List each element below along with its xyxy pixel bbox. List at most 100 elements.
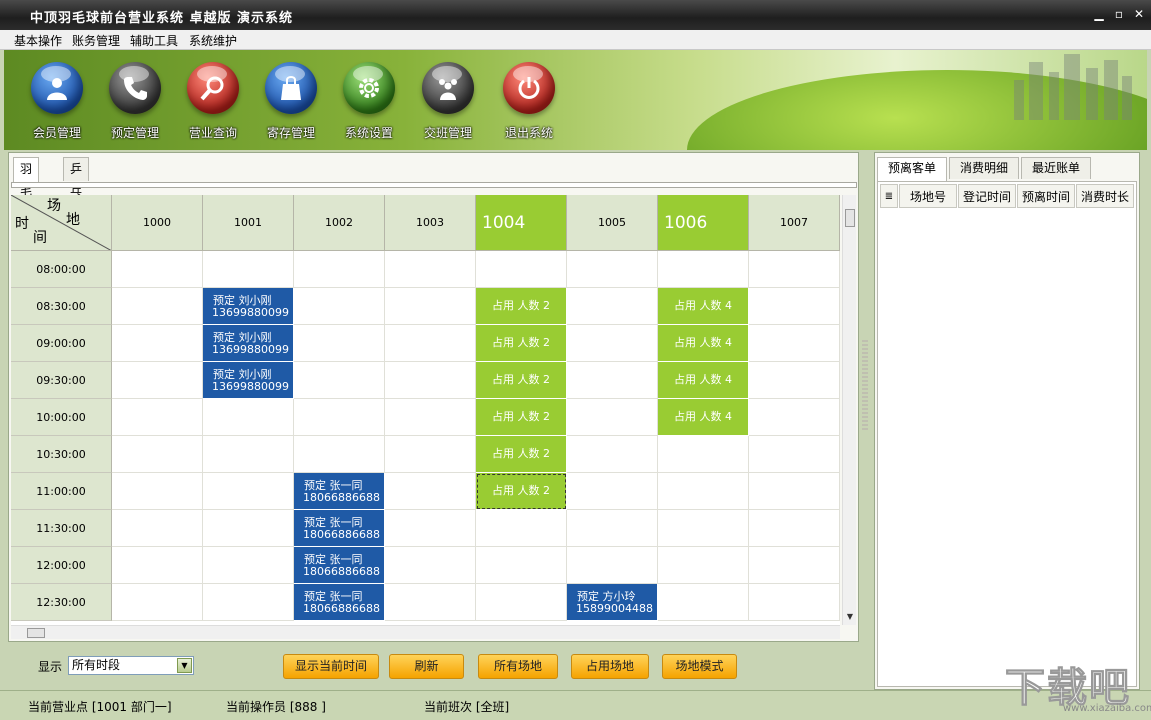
occupied-slot[interactable]: 占用 人数 2 <box>476 288 567 325</box>
occupied-slot[interactable]: 占用 人数 4 <box>658 399 749 436</box>
court-slot[interactable] <box>567 436 658 473</box>
court-slot[interactable] <box>476 251 567 288</box>
court-header[interactable]: 1006 <box>658 195 749 251</box>
menu-tools[interactable]: 辅助工具 <box>130 32 178 49</box>
court-slot[interactable] <box>749 362 840 399</box>
court-slot[interactable] <box>294 362 385 399</box>
court-slot[interactable] <box>476 547 567 584</box>
reserved-slot[interactable]: 预定 张一同 18066886688 <box>294 584 385 621</box>
court-slot[interactable] <box>749 510 840 547</box>
court-slot[interactable] <box>567 325 658 362</box>
column-header[interactable]: 消费时长 <box>1076 184 1134 208</box>
court-slot[interactable] <box>567 547 658 584</box>
court-header[interactable]: 1001 <box>203 195 294 251</box>
occupied-slot[interactable]: 占用 人数 2 <box>476 399 567 436</box>
panel-splitter[interactable] <box>862 340 868 430</box>
court-slot[interactable] <box>567 399 658 436</box>
minimize-icon[interactable]: ▁ <box>1090 6 1108 22</box>
court-slot[interactable] <box>567 288 658 325</box>
court-slot[interactable] <box>385 584 476 621</box>
court-slot[interactable] <box>203 510 294 547</box>
toolbar-button-storage[interactable]: 寄存管理 <box>256 62 326 144</box>
column-header[interactable]: 登记时间 <box>958 184 1016 208</box>
court-header[interactable]: 1004 <box>476 195 567 251</box>
scroll-thumb[interactable] <box>845 209 855 227</box>
court-header[interactable]: 1005 <box>567 195 658 251</box>
court-slot[interactable] <box>658 584 749 621</box>
refresh-button[interactable]: 刷新 <box>389 654 464 679</box>
court-slot[interactable] <box>112 510 203 547</box>
court-slot[interactable] <box>112 547 203 584</box>
court-slot[interactable] <box>112 325 203 362</box>
close-icon[interactable]: ✕ <box>1130 6 1148 22</box>
chevron-down-icon[interactable]: ▼ <box>177 658 192 673</box>
column-header[interactable]: 预离时间 <box>1017 184 1075 208</box>
court-slot[interactable] <box>476 584 567 621</box>
court-slot[interactable] <box>112 584 203 621</box>
occupied-slot[interactable]: 占用 人数 2 <box>476 436 567 473</box>
court-slot[interactable] <box>385 325 476 362</box>
court-slot[interactable] <box>385 436 476 473</box>
court-slot[interactable] <box>658 547 749 584</box>
court-slot[interactable] <box>749 251 840 288</box>
reserved-slot[interactable]: 预定 张一同 18066886688 <box>294 473 385 510</box>
court-slot[interactable] <box>385 547 476 584</box>
court-slot[interactable] <box>658 251 749 288</box>
court-slot[interactable] <box>658 473 749 510</box>
scroll-down-icon[interactable]: ▼ <box>843 611 857 623</box>
court-slot[interactable] <box>385 288 476 325</box>
menu-accounts[interactable]: 账务管理 <box>72 32 120 49</box>
court-slot[interactable] <box>567 510 658 547</box>
court-slot[interactable] <box>203 473 294 510</box>
occupied-slot[interactable]: 占用 人数 2 <box>476 473 567 510</box>
grid-vertical-scrollbar[interactable]: ▼ <box>842 195 856 625</box>
toolbar-button-shift[interactable]: 交班管理 <box>413 62 483 144</box>
court-slot[interactable] <box>658 510 749 547</box>
court-slot[interactable] <box>294 436 385 473</box>
court-slot[interactable] <box>112 436 203 473</box>
court-slot[interactable] <box>749 325 840 362</box>
occupied-slot[interactable]: 占用 人数 4 <box>658 362 749 399</box>
court-slot[interactable] <box>749 436 840 473</box>
menu-maintenance[interactable]: 系统维护 <box>189 32 237 49</box>
maximize-icon[interactable]: ▫ <box>1110 6 1128 22</box>
court-slot[interactable] <box>294 399 385 436</box>
toolbar-button-settings[interactable]: 系统设置 <box>334 62 404 144</box>
scroll-thumb[interactable] <box>27 628 45 638</box>
court-slot[interactable] <box>385 362 476 399</box>
court-slot[interactable] <box>112 251 203 288</box>
court-slot[interactable] <box>749 288 840 325</box>
court-slot[interactable] <box>203 547 294 584</box>
tab-consumption-detail[interactable]: 消费明细 <box>949 157 1019 179</box>
court-slot[interactable] <box>294 251 385 288</box>
court-slot[interactable] <box>658 436 749 473</box>
court-slot[interactable] <box>385 251 476 288</box>
court-slot[interactable] <box>749 584 840 621</box>
all-courts-button[interactable]: 所有场地 <box>478 654 558 679</box>
court-slot[interactable] <box>567 251 658 288</box>
occupied-courts-button[interactable]: 占用场地 <box>571 654 649 679</box>
court-slot[interactable] <box>567 473 658 510</box>
court-header[interactable]: 1002 <box>294 195 385 251</box>
court-slot[interactable] <box>112 473 203 510</box>
period-select[interactable]: 所有时段 ▼ <box>68 656 194 675</box>
list-menu-icon[interactable]: ≣ <box>880 184 898 208</box>
reserved-slot[interactable]: 预定 张一同 18066886688 <box>294 510 385 547</box>
reserved-slot[interactable]: 预定 方小玲 15899004488 <box>567 584 658 621</box>
court-slot[interactable] <box>749 547 840 584</box>
court-mode-button[interactable]: 场地模式 <box>662 654 737 679</box>
court-header[interactable]: 1007 <box>749 195 840 251</box>
toolbar-button-reservation[interactable]: 预定管理 <box>100 62 170 144</box>
toolbar-button-exit[interactable]: 退出系统 <box>494 62 564 144</box>
court-slot[interactable] <box>203 251 294 288</box>
toolbar-button-query[interactable]: 营业查询 <box>178 62 248 144</box>
court-header[interactable]: 1000 <box>112 195 203 251</box>
column-header[interactable]: 场地号 <box>899 184 957 208</box>
court-slot[interactable] <box>203 399 294 436</box>
show-current-time-button[interactable]: 显示当前时间 <box>283 654 379 679</box>
court-slot[interactable] <box>567 362 658 399</box>
court-slot[interactable] <box>112 288 203 325</box>
reserved-slot[interactable]: 预定 张一同 18066886688 <box>294 547 385 584</box>
occupied-slot[interactable]: 占用 人数 2 <box>476 325 567 362</box>
tab-pingpong[interactable]: 乒乓球 <box>63 157 90 220</box>
